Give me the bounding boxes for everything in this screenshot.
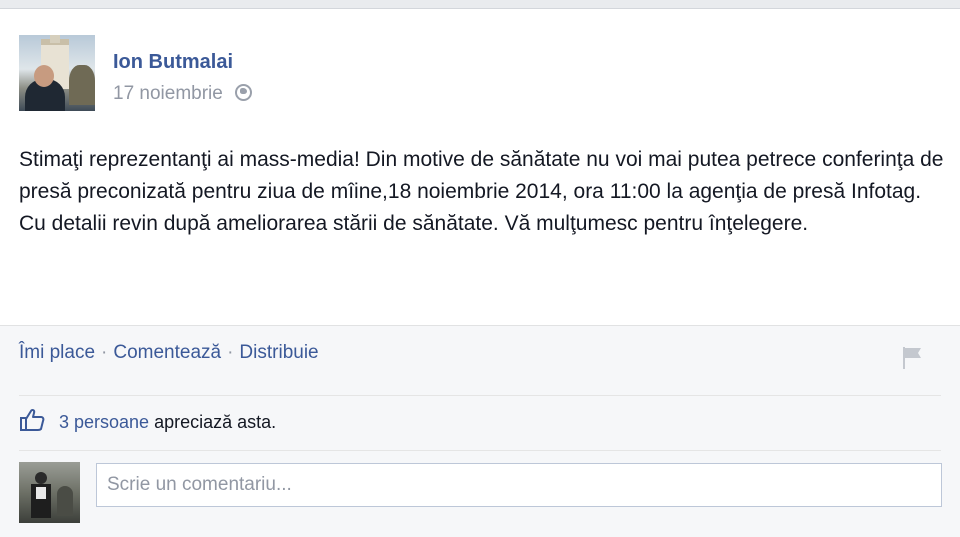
comment-input[interactable] [96,463,942,507]
post-meta: 17 noiembrie [113,83,252,105]
divider [19,395,941,396]
globe-icon[interactable] [234,84,252,101]
separator: · [227,342,234,363]
like-link[interactable]: Îmi place [19,342,95,363]
share-link[interactable]: Distribuie [239,342,318,363]
post-text: Stimaţi reprezentanţi ai mass-media! Din… [19,148,944,235]
author-avatar[interactable] [19,35,95,111]
likes-count[interactable]: 3 persoane [59,412,149,432]
divider [19,450,941,451]
likes-text: apreciază asta. [149,412,277,432]
flag-icon[interactable] [901,346,923,370]
commenter-avatar[interactable] [19,462,80,523]
thumbs-up-icon [20,408,45,431]
separator: · [101,342,108,363]
likes-summary: 3 persoane apreciază asta. [19,408,276,433]
post-date[interactable]: 17 noiembrie [113,83,223,104]
author-name[interactable]: Ion Butmalai [113,51,233,74]
post-footer: Îmi place · Comentează · Distribuie 3 persoa… [0,325,960,537]
action-links: Îmi place · Comentează · Distribuie [19,342,319,364]
comment-link[interactable]: Comentează [113,342,221,363]
feed-post: Ion Butmalai 17 noiembrie Stimaţi reprez… [0,8,960,537]
